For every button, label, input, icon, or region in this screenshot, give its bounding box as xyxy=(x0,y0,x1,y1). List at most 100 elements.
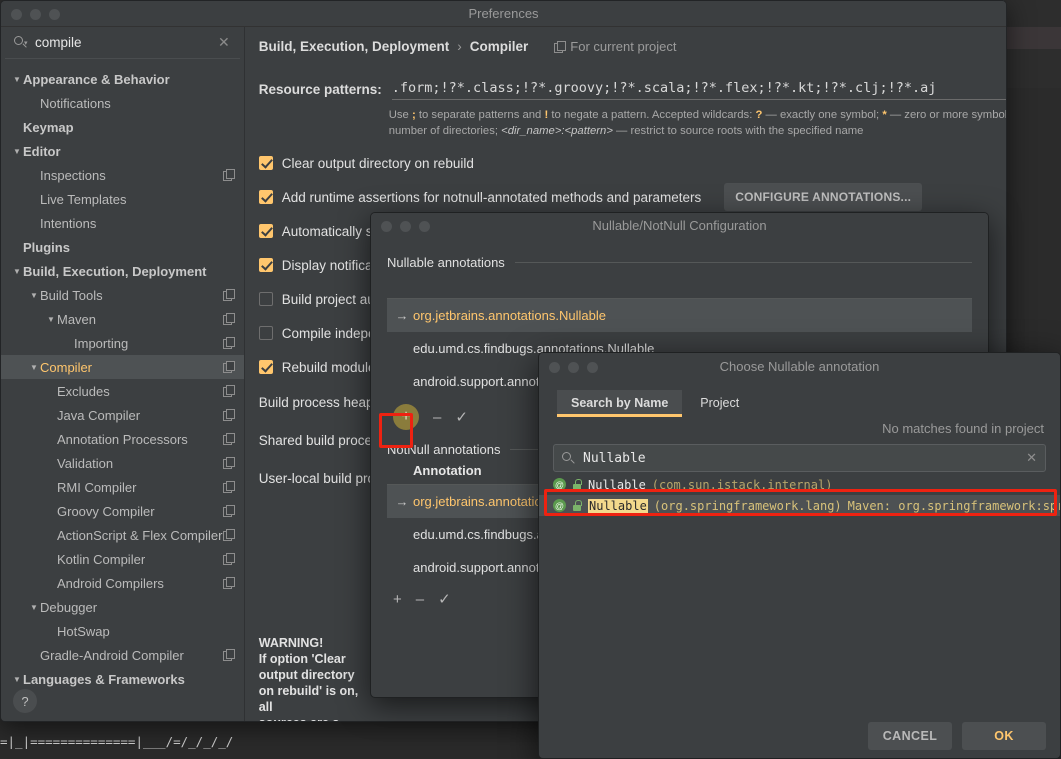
sidebar-item-label: Notifications xyxy=(40,95,111,111)
ok-button[interactable]: OK xyxy=(962,722,1046,750)
choose-dialog-title: Choose Nullable annotation xyxy=(719,359,880,374)
tab-search-by-name[interactable]: Search by Name xyxy=(557,390,683,417)
sidebar-item-label: Live Templates xyxy=(40,191,127,207)
sidebar-item-maven[interactable]: ▼ Maven xyxy=(1,307,244,331)
sidebar-item-debugger[interactable]: ▼ Debugger xyxy=(1,595,244,619)
checkbox-checked-icon[interactable] xyxy=(258,156,273,170)
settings-search-row[interactable]: ▾ ✕ xyxy=(5,27,240,59)
select-nullable-annotation-button[interactable]: ✓ xyxy=(455,408,468,426)
sidebar-item-live-templates[interactable]: Live Templates xyxy=(1,187,244,211)
sidebar-item-label: Android Compilers xyxy=(57,575,164,591)
checkbox-row[interactable]: Add runtime assertions for notnull-annot… xyxy=(258,183,1006,211)
sidebar-item-annotation-processors[interactable]: Annotation Processors xyxy=(1,427,244,451)
help-button[interactable]: ? xyxy=(13,689,37,713)
checkbox-row[interactable]: Clear output directory on rebuild xyxy=(258,153,1006,173)
annotation-name: org.jetbrains.annotations.Nullable xyxy=(413,308,606,323)
sidebar-item-label: Validation xyxy=(57,455,114,471)
sidebar-item-importing[interactable]: Importing xyxy=(1,331,244,355)
checkbox-checked-icon[interactable] xyxy=(258,190,273,204)
choose-dialog-body: Search by Name Project No matches found i… xyxy=(539,381,1060,714)
copy-icon[interactable] xyxy=(222,361,235,373)
checkbox-unchecked-icon[interactable] xyxy=(258,292,273,306)
copy-icon[interactable] xyxy=(222,529,235,541)
arrow-right-icon: → xyxy=(395,308,409,323)
chevron-down-icon[interactable]: ▼ xyxy=(28,603,40,612)
sidebar-item-label: Languages & Frameworks xyxy=(23,671,185,687)
sidebar-item-build-execution-deployment[interactable]: ▼ Build, Execution, Deployment xyxy=(1,259,244,283)
checkbox-unchecked-icon[interactable] xyxy=(258,326,273,340)
resource-patterns-value[interactable]: .form;!?*.class;!?*.groovy;!?*.scala;!?*… xyxy=(392,80,1006,96)
copy-icon[interactable] xyxy=(222,289,235,301)
sidebar-item-java-compiler[interactable]: Java Compiler xyxy=(1,403,244,427)
annotation-row[interactable]: → org.jetbrains.annotations.Nullable xyxy=(387,299,972,332)
chevron-down-icon[interactable]: ▼ xyxy=(11,75,23,84)
sidebar-item-label: Plugins xyxy=(23,239,70,255)
sidebar-item-android-compilers[interactable]: Android Compilers xyxy=(1,571,244,595)
copy-icon[interactable] xyxy=(222,649,235,661)
annotation-search-input[interactable] xyxy=(583,450,1019,466)
chevron-down-icon[interactable]: ▼ xyxy=(11,147,23,156)
resource-patterns-field[interactable]: .form;!?*.class;!?*.groovy;!?*.scala;!?*… xyxy=(391,80,1006,100)
chevron-down-icon[interactable]: ▼ xyxy=(11,675,23,684)
sidebar-item-actionscript-flex-compiler[interactable]: ActionScript & Flex Compiler xyxy=(1,523,244,547)
configure-annotations-button[interactable]: CONFIGURE ANNOTATIONS... xyxy=(724,183,923,211)
sidebar-item-kotlin-compiler[interactable]: Kotlin Compiler xyxy=(1,547,244,571)
sidebar-item-excludes[interactable]: Excludes xyxy=(1,379,244,403)
remove-notnull-annotation-button[interactable]: – xyxy=(416,591,424,608)
copy-icon[interactable] xyxy=(222,385,235,397)
sidebar-item-plugins[interactable]: Plugins xyxy=(1,235,244,259)
sidebar-item-label: Maven xyxy=(57,311,97,327)
hint-p3: to negate a pattern. Accepted wildcards: xyxy=(548,109,756,121)
copy-icon[interactable] xyxy=(222,457,235,469)
copy-icon[interactable] xyxy=(222,553,235,565)
remove-nullable-annotation-button[interactable]: – xyxy=(433,409,441,426)
sidebar-item-inspections[interactable]: Inspections xyxy=(1,163,244,187)
copy-icon[interactable] xyxy=(222,577,235,589)
sidebar-item-validation[interactable]: Validation xyxy=(1,451,244,475)
sidebar-item-build-tools[interactable]: ▼ Build Tools xyxy=(1,283,244,307)
checkbox-checked-icon[interactable] xyxy=(258,258,273,272)
copy-icon[interactable] xyxy=(222,505,235,517)
checkbox-label: Add runtime assertions for notnull-annot… xyxy=(281,189,702,205)
chevron-down-icon[interactable]: ▼ xyxy=(28,363,40,372)
select-notnull-annotation-button[interactable]: ✓ xyxy=(438,590,451,608)
copy-icon[interactable] xyxy=(222,313,235,325)
chevron-down-icon[interactable]: ▼ xyxy=(45,315,57,324)
copy-icon[interactable] xyxy=(222,481,235,493)
breadcrumb-root[interactable]: Build, Execution, Deployment xyxy=(259,39,450,54)
sidebar-item-rmi-compiler[interactable]: RMI Compiler xyxy=(1,475,244,499)
sidebar-item-hotswap[interactable]: HotSwap xyxy=(1,619,244,643)
copy-icon[interactable] xyxy=(222,433,235,445)
settings-tree: ▼ Appearance & Behavior Notifications Keyma… xyxy=(1,59,244,691)
sidebar-item-groovy-compiler[interactable]: Groovy Compiler xyxy=(1,499,244,523)
sidebar-item-languages-frameworks[interactable]: ▼ Languages & Frameworks xyxy=(1,667,244,691)
ide-right-highlight-strip xyxy=(1003,27,1061,49)
highlight-box-add-button xyxy=(379,413,413,448)
choose-dialog-tabs: Search by Name Project xyxy=(539,381,1060,417)
sidebar-item-appearance-behavior[interactable]: ▼ Appearance & Behavior xyxy=(1,67,244,91)
search-icon: ▾ xyxy=(13,35,29,51)
copy-icon[interactable] xyxy=(222,409,235,421)
sidebar-item-editor[interactable]: ▼ Editor xyxy=(1,139,244,163)
chevron-down-icon[interactable]: ▼ xyxy=(28,291,40,300)
sidebar-item-compiler[interactable]: ▼ Compiler xyxy=(1,355,244,379)
sidebar-item-gradle-android-compiler[interactable]: Gradle-Android Compiler xyxy=(1,643,244,667)
annotation-search-box[interactable]: ✕ xyxy=(553,444,1046,472)
sidebar-item-label: Inspections xyxy=(40,167,106,183)
clear-annotation-search-icon[interactable]: ✕ xyxy=(1026,450,1037,466)
checkbox-checked-icon[interactable] xyxy=(258,224,273,238)
clear-search-icon[interactable]: ✕ xyxy=(218,34,232,51)
copy-icon[interactable] xyxy=(222,337,235,349)
add-notnull-annotation-button[interactable]: + xyxy=(393,591,402,608)
sidebar-item-notifications[interactable]: Notifications xyxy=(1,91,244,115)
checkbox-checked-icon[interactable] xyxy=(258,360,273,374)
chevron-down-icon[interactable]: ▼ xyxy=(11,267,23,276)
sidebar-item-intentions[interactable]: Intentions xyxy=(1,211,244,235)
sidebar-item-keymap[interactable]: Keymap xyxy=(1,115,244,139)
tab-project[interactable]: Project xyxy=(686,390,753,415)
sidebar-item-label: Importing xyxy=(74,335,129,351)
cancel-button[interactable]: CANCEL xyxy=(868,722,952,750)
copy-icon[interactable] xyxy=(222,169,235,181)
settings-search-input[interactable] xyxy=(35,35,212,50)
nullable-section-header: Nullable annotations xyxy=(387,255,972,270)
